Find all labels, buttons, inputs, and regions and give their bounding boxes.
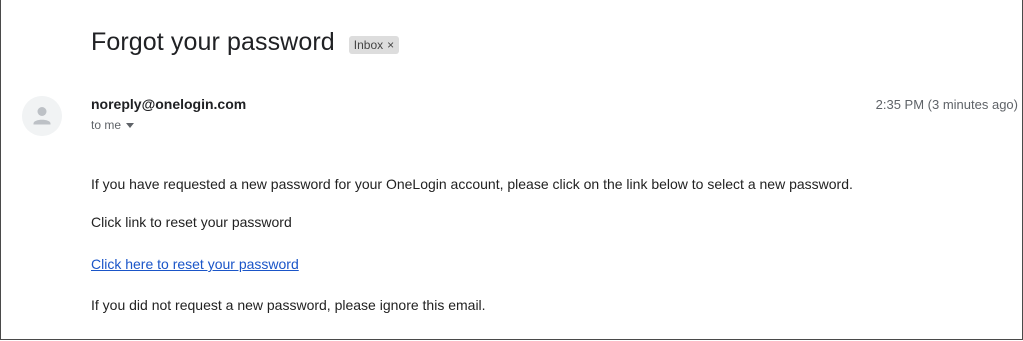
recipient-row: to me (91, 118, 135, 132)
body-paragraph-2: Click link to reset your password (91, 214, 292, 230)
label-chip-text: Inbox (353, 37, 384, 52)
inbox-label-chip[interactable]: Inbox × (348, 35, 400, 54)
email-timestamp: 2:35 PM (3 minutes ago) (875, 97, 1018, 112)
recipient-label: to me (91, 118, 122, 132)
sender-email[interactable]: noreply@onelogin.com (91, 96, 246, 112)
body-paragraph-1: If you have requested a new password for… (91, 176, 853, 192)
email-view: Forgot your password Inbox × noreply@one… (0, 0, 1023, 340)
default-person-avatar-icon (22, 96, 62, 136)
chevron-down-icon[interactable] (126, 123, 135, 128)
reset-password-link[interactable]: Click here to reset your password (91, 256, 299, 272)
email-subject: Forgot your password (91, 28, 335, 56)
remove-label-icon[interactable]: × (387, 38, 394, 52)
body-paragraph-4: If you did not request a new password, p… (91, 297, 486, 313)
sender-avatar[interactable] (22, 96, 62, 136)
subject-row: Forgot your password Inbox × (91, 28, 400, 57)
